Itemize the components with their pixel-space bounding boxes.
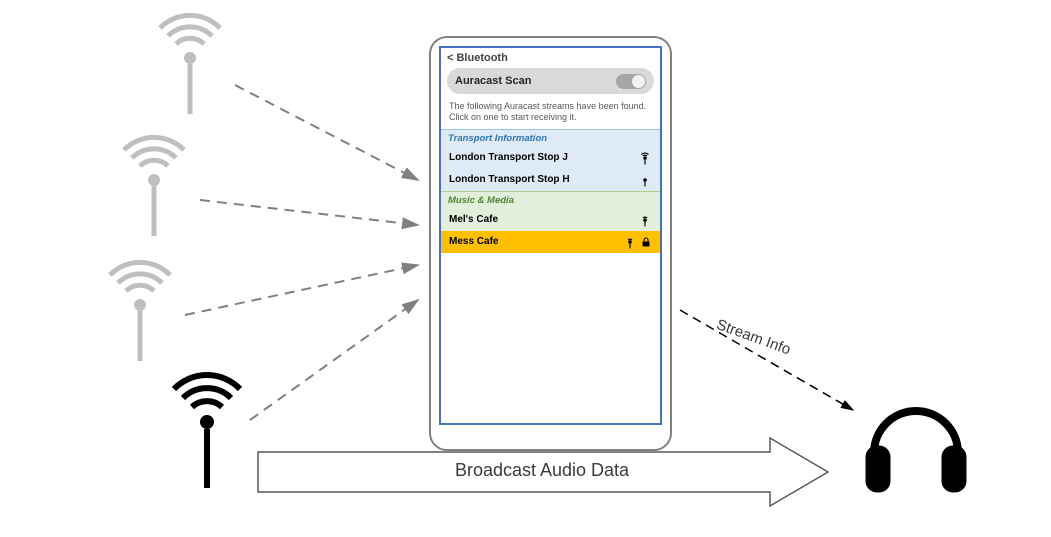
stream-item[interactable]: Mel's Cafe bbox=[441, 209, 660, 231]
stream-item-label: Mess Cafe bbox=[449, 236, 498, 247]
headphones-icon bbox=[866, 411, 966, 492]
signal-arrow bbox=[235, 85, 418, 180]
phone-screen: < Bluetooth Auracast Scan The following … bbox=[439, 46, 662, 425]
category-header-music: Music & Media bbox=[441, 191, 660, 209]
auracast-scan-toggle-row[interactable]: Auracast Scan bbox=[447, 68, 654, 94]
signal-arrow bbox=[250, 300, 418, 420]
signal-arrow bbox=[185, 265, 418, 315]
antenna-icon bbox=[160, 15, 220, 114]
stream-item-label: London Transport Stop H bbox=[449, 174, 570, 185]
antenna-icon bbox=[638, 213, 652, 227]
antenna-icon bbox=[124, 137, 184, 236]
antenna-icon-active bbox=[174, 375, 240, 488]
back-button[interactable]: < Bluetooth bbox=[441, 48, 660, 66]
signal-arrow bbox=[200, 200, 418, 225]
antenna-icon bbox=[110, 262, 170, 361]
phone-frame: < Bluetooth Auracast Scan The following … bbox=[429, 36, 672, 451]
category-header-transport: Transport Information bbox=[441, 129, 660, 147]
lock-icon bbox=[640, 236, 652, 248]
antenna-icon bbox=[638, 151, 652, 165]
antenna-icon bbox=[623, 235, 637, 249]
broadcast-label: Broadcast Audio Data bbox=[322, 460, 762, 481]
stream-item[interactable]: London Transport Stop J bbox=[441, 147, 660, 169]
stream-info-arrow bbox=[680, 310, 853, 410]
antenna-icon bbox=[638, 173, 652, 187]
scan-description: The following Auracast streams have been… bbox=[441, 96, 660, 129]
stream-item-label: Mel's Cafe bbox=[449, 214, 498, 225]
auracast-scan-label: Auracast Scan bbox=[455, 75, 531, 87]
stream-item[interactable]: London Transport Stop H bbox=[441, 169, 660, 191]
stream-item-label: London Transport Stop J bbox=[449, 152, 568, 163]
toggle-switch[interactable] bbox=[616, 74, 646, 89]
stream-item-selected[interactable]: Mess Cafe bbox=[441, 231, 660, 253]
